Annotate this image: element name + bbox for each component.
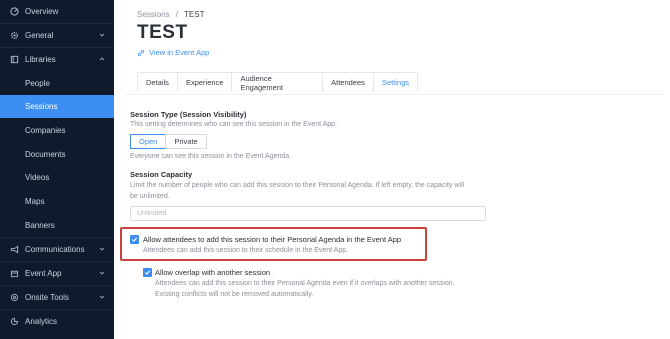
sidebar-item-analytics[interactable]: Analytics: [0, 310, 114, 333]
sidebar-item-label: Analytics: [25, 317, 58, 326]
chevron-up-icon: [98, 55, 106, 63]
breadcrumb: Sessions / TEST: [137, 10, 204, 19]
allow-overlap-label: Allow overlap with another session: [155, 268, 271, 277]
allow-add-help: Attendees can add this session to their …: [143, 247, 349, 254]
sidebar-subitem-label: Companies: [25, 126, 66, 135]
session-type-note: Everyone can see this session in the Eve…: [130, 153, 292, 160]
capacity-input[interactable]: Unlimited: [130, 206, 486, 221]
sidebar-subitem-label: Sessions: [25, 102, 58, 111]
sidebar-subitem-label: Banners: [25, 221, 55, 230]
sidebar-subitem-companies[interactable]: Companies: [0, 119, 114, 142]
checkmark-icon: [144, 270, 151, 275]
allow-overlap-help-line2: Existing conflicts will not be removed a…: [155, 291, 314, 298]
sidebar-subitem-documents[interactable]: Documents: [0, 143, 114, 166]
sidebar-subitem-label: Documents: [25, 150, 66, 159]
link-icon: [137, 49, 145, 57]
sidebar-item-communications[interactable]: Communications: [0, 238, 114, 261]
tab-settings[interactable]: Settings: [372, 72, 418, 92]
sidebar-item-label: Event App: [25, 269, 62, 278]
sidebar-subitem-label: Videos: [25, 173, 50, 182]
sidebar-item-label: Communications: [25, 245, 85, 254]
gear-icon: [10, 31, 19, 40]
session-type-label: Session Type (Session Visibility): [130, 110, 247, 119]
session-capacity-label: Session Capacity: [130, 170, 193, 179]
divider: [123, 94, 663, 95]
session-type-toggle: Open Private: [130, 134, 207, 149]
tab-experience[interactable]: Experience: [176, 72, 233, 92]
tab-attendees[interactable]: Attendees: [322, 72, 374, 92]
chevron-down-icon: [98, 293, 106, 301]
chevron-down-icon: [98, 31, 106, 39]
chevron-down-icon: [98, 269, 106, 277]
view-link-label: View in Event App: [149, 48, 210, 57]
tab-bar: Details Experience Audience Engagement A…: [137, 72, 418, 92]
book-icon: [10, 55, 19, 64]
sidebar-item-event-app[interactable]: Event App: [0, 262, 114, 285]
allow-add-label: Allow attendees to add this session to t…: [143, 235, 402, 244]
sidebar-subitem-label: People: [25, 79, 50, 88]
calendar-icon: [10, 269, 19, 278]
breadcrumb-parent[interactable]: Sessions: [137, 10, 169, 19]
allow-add-checkbox[interactable]: [130, 235, 139, 244]
sidebar-item-general[interactable]: General: [0, 24, 114, 47]
allow-overlap-help-line1: Attendees can add this session to their …: [155, 280, 455, 287]
sidebar-subitem-banners[interactable]: Banners: [0, 214, 114, 237]
checkmark-icon: [131, 237, 138, 242]
breadcrumb-current: TEST: [184, 10, 205, 19]
chevron-down-icon: [98, 245, 106, 253]
private-option-button[interactable]: Private: [165, 134, 207, 149]
sidebar-subitem-label: Maps: [25, 197, 45, 206]
tab-details[interactable]: Details: [137, 72, 178, 92]
tab-audience-engagement[interactable]: Audience Engagement: [231, 72, 324, 92]
sidebar-item-overview[interactable]: Overview: [0, 0, 114, 23]
megaphone-icon: [10, 245, 19, 254]
breadcrumb-separator: /: [175, 10, 178, 19]
session-capacity-help-line2: be unlimited.: [130, 193, 170, 200]
sidebar: Overview General Libraries People Sessio…: [0, 0, 114, 339]
sidebar-subitem-sessions[interactable]: Sessions: [0, 95, 114, 118]
view-in-event-app-link[interactable]: View in Event App: [137, 48, 209, 57]
sidebar-item-label: General: [25, 31, 54, 40]
sidebar-item-label: Onsite Tools: [25, 293, 69, 302]
dashboard-icon: [10, 7, 19, 16]
tool-icon: [10, 293, 19, 302]
sidebar-subitem-people[interactable]: People: [0, 72, 114, 95]
session-type-help: This setting determines who can see this…: [130, 121, 338, 128]
sidebar-item-label: Overview: [25, 7, 59, 16]
chart-icon: [10, 317, 19, 326]
open-option-button[interactable]: Open: [130, 134, 167, 149]
sidebar-item-label: Libraries: [25, 55, 56, 64]
sidebar-item-onsite-tools[interactable]: Onsite Tools: [0, 286, 114, 309]
allow-overlap-checkbox[interactable]: [143, 268, 152, 277]
page-title: TEST: [137, 22, 188, 43]
sidebar-item-libraries[interactable]: Libraries: [0, 48, 114, 71]
session-capacity-help-line1: Limit the number of people who can add t…: [130, 182, 465, 189]
sidebar-subitem-videos[interactable]: Videos: [0, 166, 114, 189]
sidebar-subitem-maps[interactable]: Maps: [0, 190, 114, 213]
